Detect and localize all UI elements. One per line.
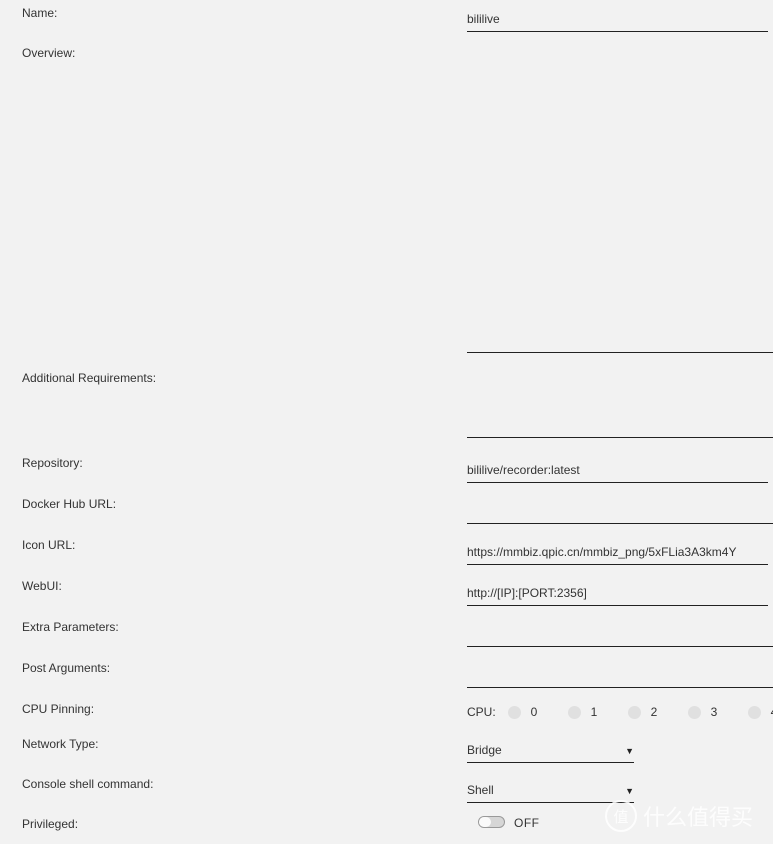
checkbox-icon[interactable]	[627, 705, 641, 719]
cpu-core-2[interactable]: 2	[627, 705, 688, 719]
icon-url-label: Icon URL:	[22, 538, 76, 552]
watermark-logo: 值 什么值得买	[605, 800, 753, 832]
overview-label: Overview:	[22, 46, 76, 60]
cpu-core-0[interactable]: 0	[507, 705, 568, 719]
checkbox-icon[interactable]	[687, 705, 701, 719]
extra-parameters-label: Extra Parameters:	[22, 620, 119, 634]
name-input[interactable]: bililive	[467, 5, 768, 32]
checkbox-icon[interactable]	[507, 705, 521, 719]
post-arguments-input[interactable]	[467, 661, 773, 688]
network-type-select[interactable]: Bridge ▼	[467, 736, 634, 763]
privileged-toggle[interactable]	[478, 816, 505, 828]
additional-requirements-textarea[interactable]	[467, 365, 773, 438]
post-arguments-label: Post Arguments:	[22, 661, 111, 675]
cpu-label: CPU:	[467, 705, 496, 719]
cpu-core-4[interactable]: 4	[747, 705, 773, 719]
repository-label: Repository:	[22, 456, 83, 470]
checkbox-icon[interactable]	[747, 705, 761, 719]
privileged-label: Privileged:	[22, 817, 79, 831]
cpu-core-3[interactable]: 3	[687, 705, 748, 719]
privileged-state: OFF	[514, 816, 540, 830]
toggle-knob	[479, 817, 491, 827]
network-type-label: Network Type:	[22, 737, 99, 751]
icon-url-input[interactable]: https://mmbiz.qpic.cn/mmbiz_png/5xFLia3A…	[467, 538, 768, 565]
docker-hub-url-input[interactable]	[467, 497, 773, 524]
cpu-pinning-label: CPU Pinning:	[22, 702, 95, 716]
additional-requirements-label: Additional Requirements:	[22, 371, 157, 385]
console-shell-label: Console shell command:	[22, 777, 154, 791]
repository-input[interactable]: bililive/recorder:latest	[467, 456, 768, 483]
caret-down-icon: ▼	[625, 786, 634, 796]
overview-textarea[interactable]	[467, 40, 773, 353]
webui-label: WebUI:	[22, 579, 62, 593]
checkbox-icon[interactable]	[567, 705, 581, 719]
webui-input[interactable]: http://[IP]:[PORT:2356]	[467, 579, 768, 606]
console-shell-select[interactable]: Shell ▼	[467, 776, 634, 803]
name-label: Name:	[22, 6, 58, 20]
caret-down-icon: ▼	[625, 746, 634, 756]
docker-hub-url-label: Docker Hub URL:	[22, 497, 117, 511]
cpu-pinning-group: CPU: 0 1 2 3 4	[467, 705, 773, 719]
extra-parameters-input[interactable]	[467, 620, 773, 647]
cpu-core-1[interactable]: 1	[567, 705, 628, 719]
